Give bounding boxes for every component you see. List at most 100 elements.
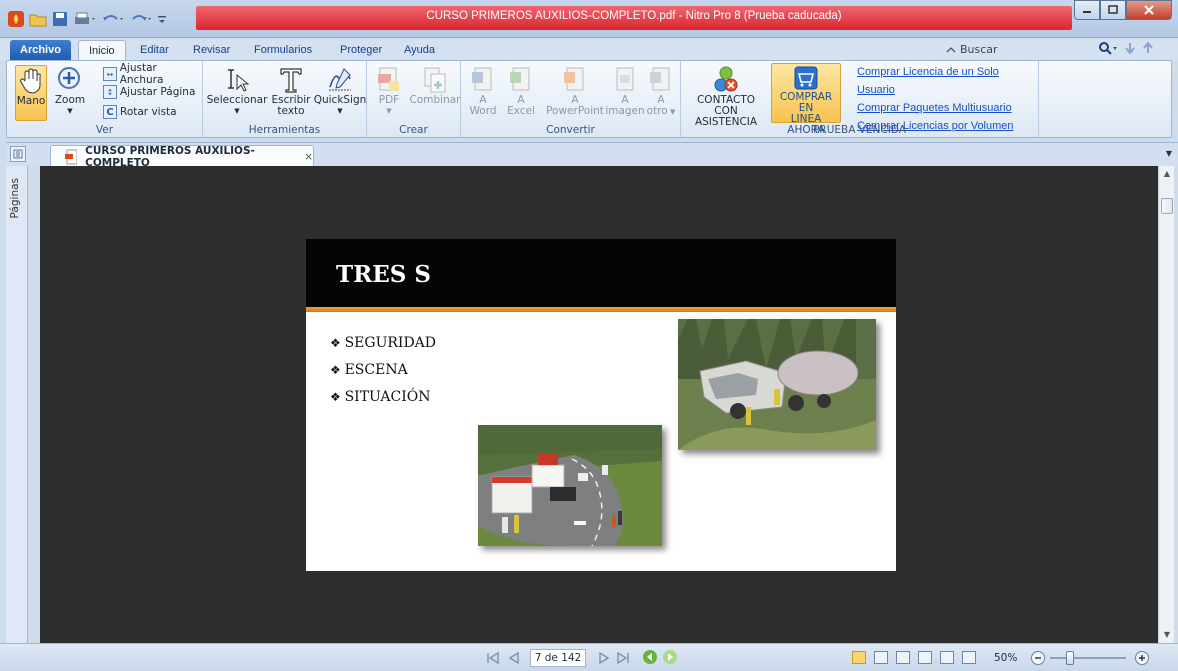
group-ver: Mano Zoom ▼ ↔ Ajustar Anchura ↕ Ajustar …	[7, 61, 203, 137]
slide-header-band: TRES S	[306, 239, 896, 307]
toggle-panel-icon[interactable]	[10, 146, 26, 162]
pdf-dropdown-icon: ▼	[386, 107, 392, 115]
zoom-in-button[interactable]	[1134, 650, 1150, 669]
text-select-cursor-icon	[221, 65, 253, 95]
search-icon[interactable]	[1098, 41, 1118, 55]
fit-page-view-button[interactable]	[962, 651, 976, 664]
convert-image-button[interactable]: A imagen	[605, 65, 645, 117]
first-page-button[interactable]	[486, 651, 500, 668]
save-icon[interactable]	[50, 9, 70, 29]
zoom-slider-track[interactable]	[1050, 657, 1126, 659]
word-document-icon	[467, 65, 499, 95]
buy-online-button[interactable]: COMPRAR EN LINEA AHORA	[771, 63, 841, 136]
buy-single-license-link[interactable]: Comprar Licencia de un Solo Usuario	[857, 63, 1038, 99]
group-prueba-vencida: CONTACTO CON ASISTENCIA COMPRAR EN LINEA…	[681, 61, 1039, 137]
fit-page-button[interactable]: ↕ Ajustar Página	[103, 84, 195, 100]
convert-powerpoint-button[interactable]: A PowerPoint	[543, 65, 607, 117]
contacto-label-1: CONTACTO CON	[696, 94, 756, 117]
convert-excel-button[interactable]: A Excel	[503, 65, 539, 117]
tab-archivo[interactable]: Archivo	[10, 40, 71, 61]
fit-width-icon: ↔	[103, 67, 117, 81]
status-spacer	[4, 648, 5, 666]
continuous-view-button[interactable]	[874, 651, 888, 664]
next-view-button[interactable]	[662, 649, 678, 668]
slide-bullet-list: SEGURIDAD ESCENA SITUACIÓN	[330, 335, 436, 416]
minimize-button[interactable]	[1074, 0, 1100, 20]
shopping-cart-icon	[790, 64, 822, 92]
pdf-page-slide: TRES S SEGURIDAD ESCENA SITUACIÓN	[306, 239, 896, 571]
previous-view-button[interactable]	[642, 649, 658, 668]
quicksign-button[interactable]: QuickSign ▼	[313, 65, 367, 117]
first-page-icon	[487, 651, 499, 665]
tab-ayuda[interactable]: Ayuda	[394, 40, 445, 61]
convert-other-button[interactable]: A otro ▼	[643, 65, 679, 118]
redo-icon[interactable]	[128, 9, 154, 29]
open-folder-icon[interactable]	[28, 9, 48, 29]
rotate-view-button[interactable]: C Rotar vista	[103, 104, 177, 120]
previous-page-button[interactable]	[508, 651, 520, 668]
facing-view-button[interactable]	[896, 651, 910, 664]
ribbon: Mano Zoom ▼ ↔ Ajustar Anchura ↕ Ajustar …	[6, 60, 1172, 138]
zoom-button[interactable]: Zoom ▼	[53, 65, 87, 117]
buy-multiuser-link[interactable]: Comprar Paquetes Multiusuario	[857, 99, 1038, 117]
collapse-ribbon-icon[interactable]	[946, 45, 956, 55]
vertical-scrollbar[interactable]: ▲ ▼	[1158, 166, 1174, 643]
zoom-out-icon	[1031, 651, 1045, 665]
seleccionar-label: Seleccionar	[206, 94, 268, 106]
previous-page-icon	[508, 651, 519, 665]
zoom-slider-thumb[interactable]	[1066, 651, 1074, 665]
document-tab-strip: CURSO PRIMEROS AUXILIOS-COMPLETO × ▼	[6, 142, 1178, 169]
highway-accident-photo	[478, 425, 662, 546]
close-tab-button[interactable]: ×	[304, 151, 313, 163]
page-number-input[interactable]: 7 de 142	[530, 649, 586, 667]
next-result-icon[interactable]	[1124, 41, 1136, 55]
group-convertir-label: Convertir	[546, 124, 595, 136]
hand-tool-button[interactable]: Mano	[15, 65, 47, 121]
fit-width-view-button[interactable]	[940, 651, 954, 664]
fit-width-button[interactable]: ↔ Ajustar Anchura	[103, 62, 202, 86]
bullet-item: SEGURIDAD	[330, 335, 436, 362]
tab-list-dropdown-icon[interactable]: ▼	[1166, 149, 1172, 158]
undo-icon[interactable]	[100, 9, 126, 29]
tab-revisar[interactable]: Revisar	[183, 40, 240, 61]
quicksign-dropdown-icon: ▼	[337, 107, 343, 115]
tab-formularios[interactable]: Formularios	[244, 40, 322, 61]
excel-label: Excel	[507, 105, 535, 117]
powerpoint-document-icon	[559, 65, 591, 95]
tab-proteger[interactable]: Proteger	[330, 40, 392, 61]
word-label: Word	[469, 105, 497, 117]
select-tool-button[interactable]: Seleccionar ▼	[206, 65, 268, 117]
scroll-up-icon[interactable]: ▲	[1159, 166, 1175, 182]
pages-panel-tab[interactable]: Páginas	[9, 178, 21, 218]
search-box[interactable]: Buscar	[946, 41, 1066, 58]
search-tools	[1098, 41, 1154, 55]
customize-toolbar-icon[interactable]	[156, 9, 168, 29]
create-pdf-button[interactable]: PDF ▼	[369, 65, 409, 117]
last-page-button[interactable]	[616, 651, 630, 668]
mano-label: Mano	[16, 95, 46, 107]
type-text-button[interactable]: Escribir texto	[269, 65, 313, 117]
close-window-button[interactable]	[1126, 0, 1172, 20]
search-placeholder: Buscar	[960, 43, 998, 56]
tab-inicio[interactable]: Inicio	[78, 40, 126, 61]
app-logo-icon[interactable]	[6, 9, 26, 29]
previous-result-icon[interactable]	[1142, 41, 1154, 55]
single-page-view-button[interactable]	[852, 651, 866, 664]
tab-editar[interactable]: Editar	[130, 40, 179, 61]
print-icon[interactable]	[72, 9, 98, 29]
combine-button[interactable]: Combinar	[410, 65, 461, 106]
scroll-thumb[interactable]	[1161, 198, 1173, 214]
zoom-out-button[interactable]	[1030, 650, 1046, 669]
group-crear-label: Crear	[399, 124, 428, 136]
facing-continuous-view-button[interactable]	[918, 651, 932, 664]
group-convertir: A Word A Excel A PowerPoint A imagen A o…	[461, 61, 681, 137]
next-page-button[interactable]	[598, 651, 610, 668]
status-bar: 7 de 142 50%	[0, 643, 1178, 671]
convert-word-button[interactable]: A Word	[465, 65, 501, 117]
contact-support-button[interactable]: CONTACTO CON ASISTENCIA	[685, 65, 767, 128]
pdf-label: PDF	[378, 94, 400, 106]
quicksign-label: QuickSign	[313, 94, 367, 106]
scroll-down-icon[interactable]: ▼	[1159, 627, 1175, 643]
document-tab[interactable]: CURSO PRIMEROS AUXILIOS-COMPLETO ×	[50, 145, 314, 169]
maximize-button[interactable]	[1100, 0, 1126, 20]
